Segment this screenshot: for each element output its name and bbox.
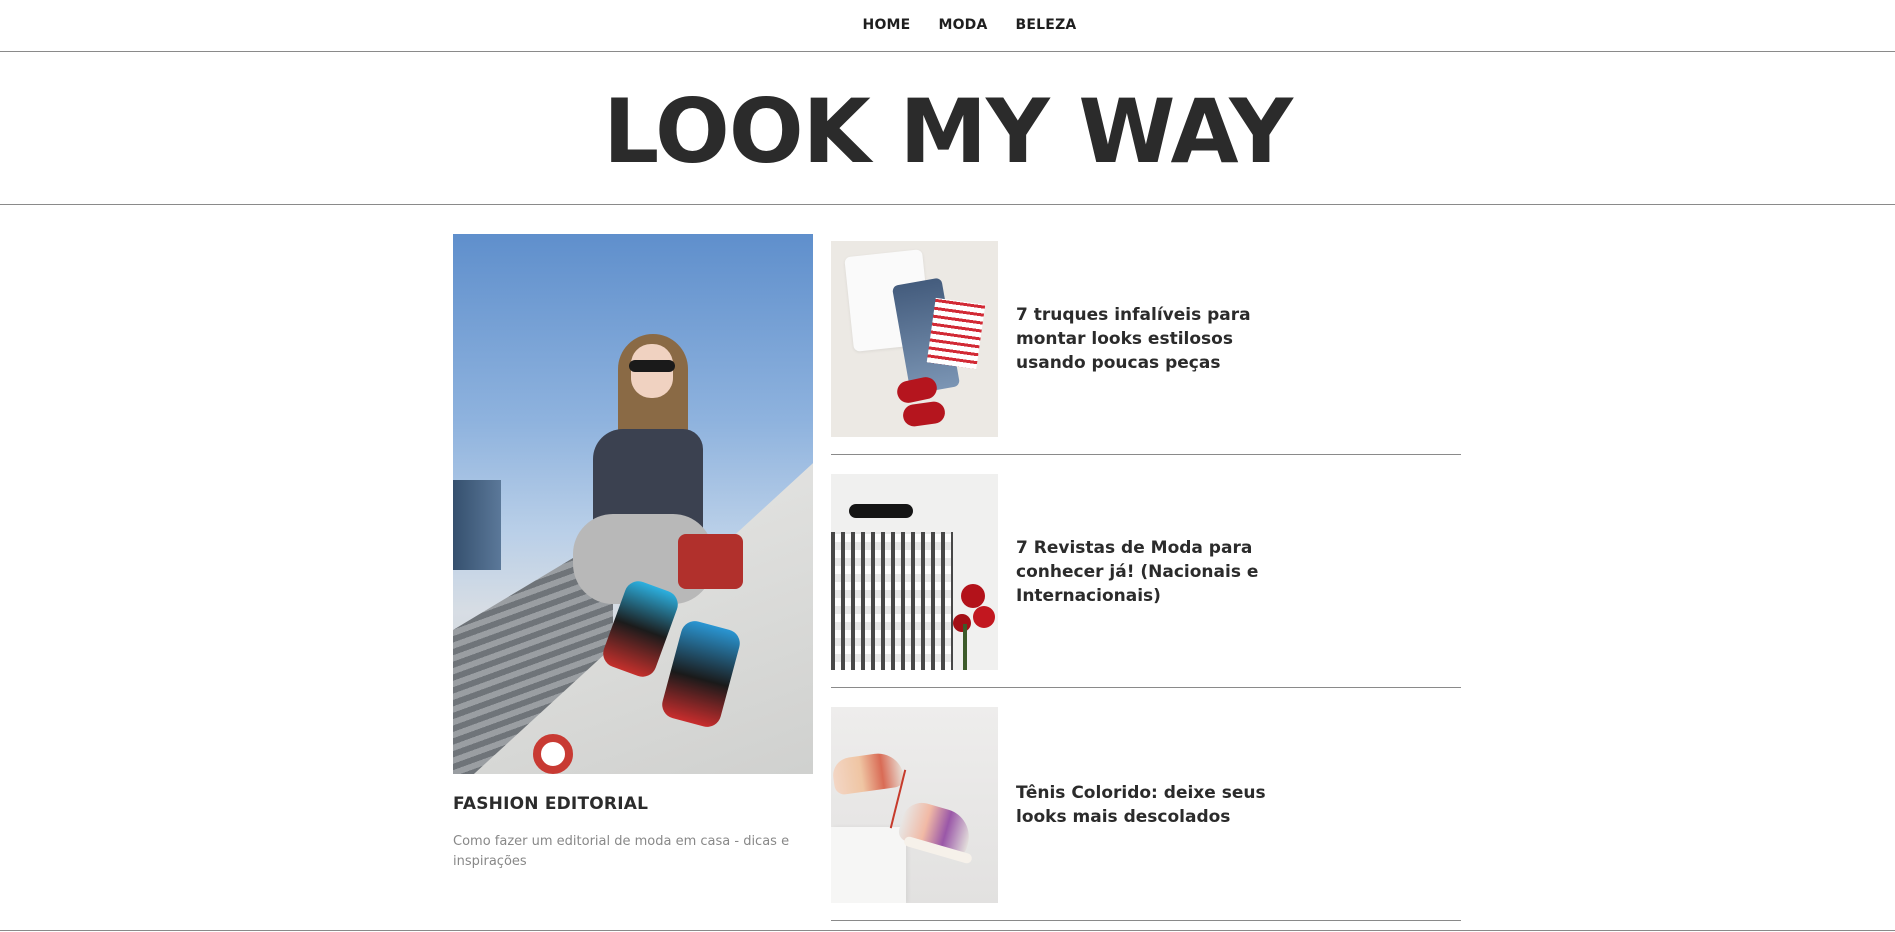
site-title[interactable]: LOOK MY WAY: [603, 80, 1293, 183]
nav-link-moda[interactable]: MODA: [938, 17, 987, 33]
featured-category[interactable]: FASHION EDITORIAL: [453, 794, 813, 814]
sign-shape: [533, 734, 573, 774]
nav-item-beleza: BELEZA: [1016, 14, 1077, 33]
red-shoe-shape: [895, 375, 939, 405]
featured-description[interactable]: Como fazer um editorial de moda em casa …: [453, 832, 803, 872]
nav-link-beleza[interactable]: BELEZA: [1016, 17, 1077, 33]
list-item[interactable]: Tênis Colorido: deixe seus looks mais de…: [831, 700, 1461, 921]
flower-shape: [961, 584, 985, 608]
flower-shape: [973, 606, 995, 628]
post-thumbnail[interactable]: [831, 707, 998, 903]
post-title[interactable]: 7 Revistas de Moda para conhecer já! (Na…: [1016, 536, 1286, 608]
list-item[interactable]: 7 Revistas de Moda para conhecer já! (Na…: [831, 467, 1461, 688]
footer-divider: [0, 930, 1895, 931]
featured-image[interactable]: [453, 234, 813, 774]
featured-post[interactable]: FASHION EDITORIAL Como fazer um editoria…: [453, 234, 813, 872]
model-figure: [573, 334, 743, 731]
bag-shape: [678, 534, 743, 589]
post-thumbnail[interactable]: [831, 241, 998, 437]
sunglasses-shape: [849, 504, 913, 518]
stem-shape: [963, 624, 967, 670]
post-thumbnail[interactable]: [831, 474, 998, 670]
nav-item-home: HOME: [863, 14, 911, 33]
sunglasses-shape: [629, 360, 675, 372]
list-item[interactable]: 7 truques infalíveis para montar looks e…: [831, 234, 1461, 455]
nav-item-moda: MODA: [938, 14, 987, 33]
nav-menu: HOME MODA BELEZA: [863, 14, 1077, 33]
striped-shirt-shape: [926, 297, 986, 370]
nav-link-home[interactable]: HOME: [863, 17, 911, 33]
post-list: 7 truques infalíveis para montar looks e…: [831, 234, 1461, 921]
sneaker-right-shape: [659, 617, 743, 731]
building-shape: [453, 480, 501, 570]
top-navigation: HOME MODA BELEZA: [0, 0, 1895, 52]
red-shoe-shape: [901, 400, 947, 428]
flower-shape: [953, 614, 971, 632]
post-title[interactable]: Tênis Colorido: deixe seus looks mais de…: [1016, 781, 1286, 829]
sneaker-shape: [831, 750, 906, 796]
masthead: LOOK MY WAY: [0, 53, 1895, 205]
magazine-shape: [831, 532, 953, 670]
pedestal-shape: [831, 827, 906, 903]
post-title[interactable]: 7 truques infalíveis para montar looks e…: [1016, 303, 1286, 375]
